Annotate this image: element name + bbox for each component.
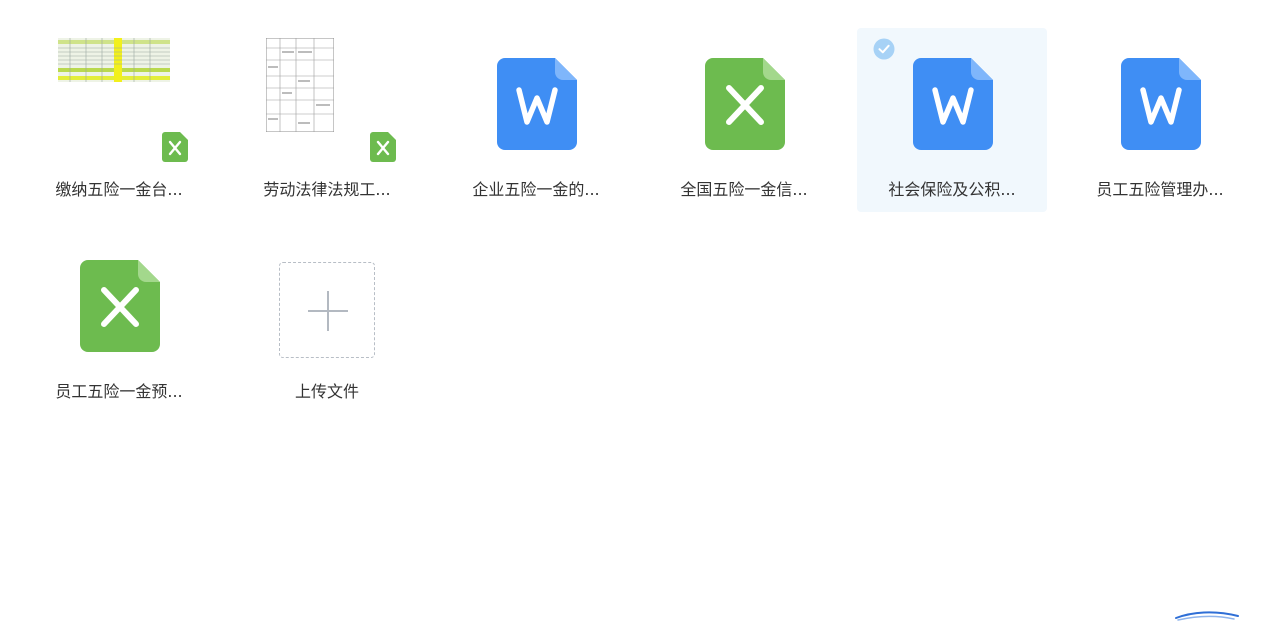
plus-icon	[308, 291, 348, 331]
file-tile-6[interactable]: 员工五险一金预...	[24, 232, 214, 414]
word-document-icon	[1121, 58, 1201, 150]
word-document-icon	[497, 58, 577, 150]
form-preview-icon	[266, 38, 334, 132]
file-thumbnail	[857, 30, 1047, 170]
excel-badge-icon	[370, 132, 396, 162]
upload-tile[interactable]: 上传文件	[232, 232, 422, 414]
file-tile-4[interactable]: 社会保险及公积...	[857, 28, 1047, 212]
file-thumbnail	[649, 30, 839, 170]
excel-document-icon	[705, 58, 785, 150]
file-thumbnail	[24, 232, 214, 372]
file-grid: 缴纳五险一金台... 劳动法律法规工... 企业五险一金的... 全国五险一金信…	[0, 0, 1280, 640]
upload-label: 上传文件	[294, 382, 359, 401]
file-name: 全国五险一金信...	[680, 180, 808, 199]
spreadsheet-preview-icon	[58, 38, 170, 82]
file-tile-3[interactable]: 全国五险一金信...	[649, 30, 839, 212]
file-name: 社会保险及公积...	[888, 180, 1016, 199]
file-tile-0[interactable]: 缴纳五险一金台...	[24, 30, 214, 212]
word-document-icon	[913, 58, 993, 150]
file-thumbnail	[1065, 30, 1255, 170]
upload-button[interactable]	[279, 262, 375, 358]
file-name: 员工五险一金预...	[55, 382, 183, 401]
file-thumbnail	[441, 30, 631, 170]
file-tile-1[interactable]: 劳动法律法规工...	[232, 30, 422, 212]
file-name: 员工五险管理办...	[1096, 180, 1224, 199]
excel-badge-icon	[162, 132, 188, 162]
file-tile-5[interactable]: 员工五险管理办...	[1065, 30, 1255, 212]
brush-stroke-icon	[1175, 611, 1239, 621]
file-name: 劳动法律法规工...	[263, 180, 391, 199]
file-tile-2[interactable]: 企业五险一金的...	[441, 30, 631, 212]
file-thumbnail	[24, 30, 214, 170]
file-thumbnail	[232, 30, 422, 170]
excel-document-icon	[80, 260, 160, 352]
file-name: 企业五险一金的...	[472, 180, 600, 199]
file-name: 缴纳五险一金台...	[55, 180, 183, 199]
